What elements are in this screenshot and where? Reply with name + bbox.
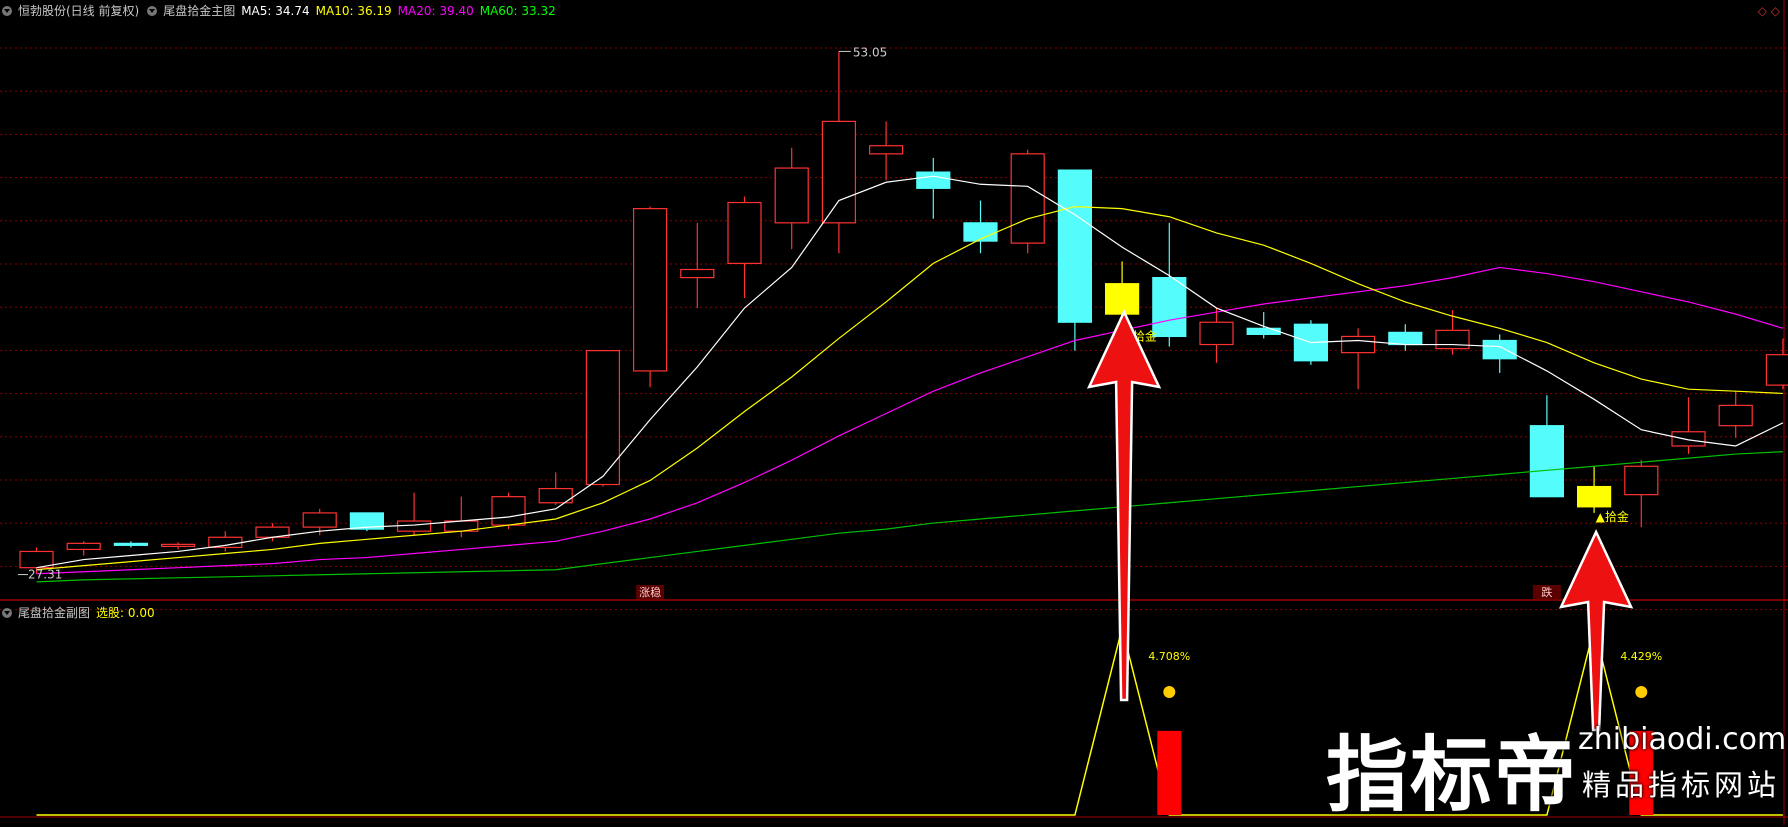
- candle-body: [727, 201, 762, 265]
- annotation-arrow: [1558, 529, 1634, 732]
- candle-body: [1246, 327, 1281, 336]
- main-indicator-name: 尾盘拾金主图: [163, 4, 236, 18]
- candle-body: [161, 543, 196, 547]
- ma20-value: MA20: 39.40: [397, 4, 474, 18]
- candle-body: [1718, 404, 1753, 427]
- candle-body: [821, 120, 857, 224]
- collapse-main-icon[interactable]: [2, 6, 12, 16]
- candle-body: [632, 208, 668, 372]
- candle-body: [585, 350, 621, 486]
- high-price-label: 53.05: [853, 45, 887, 59]
- candle-body: [774, 167, 809, 224]
- candle-body: [1529, 425, 1565, 498]
- candle-body: [66, 542, 101, 551]
- annotation-arrow: [1086, 309, 1162, 702]
- candle-body: [1482, 339, 1517, 360]
- bottom-tag: 涨稳: [639, 585, 661, 599]
- smile-icon: [1635, 686, 1648, 698]
- xuangu-value: 选股: 0.00: [96, 606, 155, 620]
- candle-body: [1152, 277, 1187, 338]
- candle-body: [302, 512, 337, 528]
- sub-indicator-name: 尾盘拾金副图: [18, 606, 91, 620]
- watermark-url: zhibiaodi.com: [1578, 722, 1787, 757]
- stock-title: 恒勃股份(日线 前复权): [18, 4, 140, 18]
- ma5-value: MA5: 34.74: [241, 4, 310, 18]
- candle-body: [680, 268, 715, 279]
- candle-body: [113, 542, 149, 546]
- sub-signal-bar: [1157, 730, 1182, 815]
- collapse-sub-icon[interactable]: [2, 608, 12, 618]
- ma5-line: [36, 175, 1784, 569]
- candle-body: [1199, 321, 1234, 346]
- ma60-value: MA60: 33.32: [479, 4, 556, 18]
- candle-body: [1624, 465, 1659, 496]
- candle-body: [868, 145, 904, 155]
- low-price-label: 27.31: [28, 568, 62, 582]
- pct-label: 4.429%: [1620, 650, 1662, 663]
- signal-label: ▲拾金: [1596, 509, 1629, 524]
- ma10-line: [36, 205, 1783, 571]
- chart-canvas: 53.0527.31▲拾金▲拾金涨稳 跌4.708% 4.429%: [0, 0, 1788, 825]
- candle-body: [1435, 329, 1470, 350]
- smile-icon: [1163, 686, 1176, 698]
- collapse-indicator-icon[interactable]: [147, 6, 158, 16]
- candle-body: [1340, 335, 1376, 354]
- candle-body: [1057, 169, 1093, 323]
- ma10-value: MA10: 36.19: [315, 4, 392, 18]
- ma20-line: [36, 266, 1784, 575]
- sub-chart-header: 尾盘拾金副图 选股: 0.00: [0, 604, 161, 622]
- ma60-line: [36, 451, 1783, 583]
- candle-body: [1765, 354, 1788, 386]
- pct-label: 4.708%: [1148, 650, 1190, 663]
- watermark-brand: 指标帝: [1326, 728, 1579, 823]
- candle-body: [1388, 331, 1423, 346]
- candle-body: [1104, 283, 1140, 315]
- bottom-tag: 跌: [1541, 585, 1552, 599]
- candle-body: [916, 171, 951, 189]
- main-chart-header: 恒勃股份(日线 前复权) 尾盘拾金主图 MA5: 34.74 MA10: 36.…: [0, 2, 562, 20]
- candle-body: [491, 496, 526, 526]
- candle-body: [1576, 485, 1612, 508]
- candle-body: [1671, 431, 1706, 447]
- watermark-subtitle: 精品指标网站: [1582, 768, 1781, 802]
- panel-control-icon[interactable]: ◇ ◇: [1758, 4, 1780, 18]
- candle-body: [1010, 153, 1045, 244]
- candle-body: [963, 222, 998, 242]
